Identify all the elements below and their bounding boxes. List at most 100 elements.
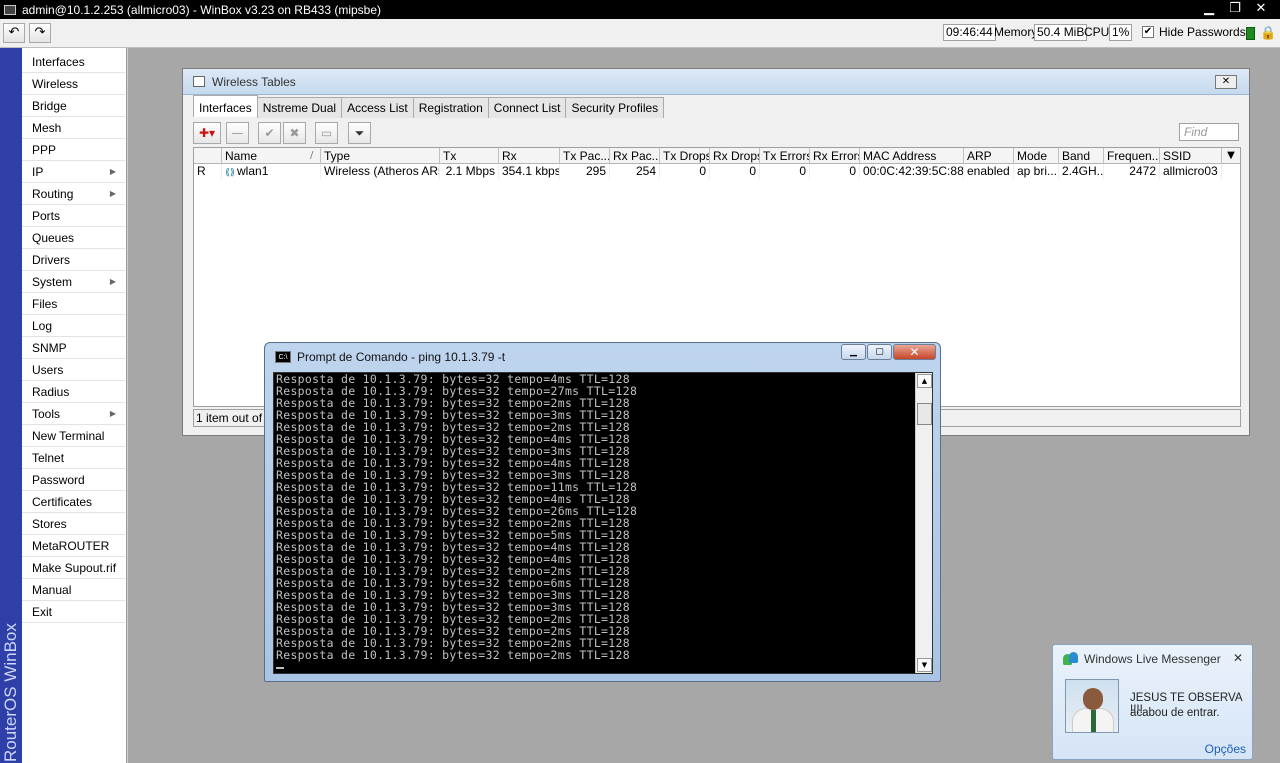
- tab-registration[interactable]: Registration: [412, 97, 489, 118]
- sidebar-item-drivers[interactable]: Drivers: [22, 249, 125, 271]
- table-cell: allmicro03: [1160, 164, 1222, 179]
- sidebar-item-label: IP: [32, 165, 44, 179]
- filter-icon[interactable]: ⏷: [348, 122, 371, 144]
- sidebar-item-label: Mesh: [32, 121, 62, 135]
- column-menu-icon[interactable]: ▼: [1222, 148, 1240, 164]
- sidebar-item-label: Radius: [32, 385, 70, 399]
- sidebar-item-bridge[interactable]: Bridge: [22, 95, 125, 117]
- options-link[interactable]: Opções: [1205, 742, 1246, 756]
- table-cell: 354.1 kbps: [499, 164, 560, 179]
- scroll-up-icon[interactable]: ▲: [917, 374, 932, 388]
- enable-button[interactable]: ✔: [258, 122, 281, 144]
- sidebar-item-make-supout-rif[interactable]: Make Supout.rif: [22, 557, 125, 579]
- main-toolbar: ↶ ↷ 09:46:44 Memory: 50.4 MiB CPU: 1% ✔ …: [0, 19, 1280, 48]
- scroll-thumb[interactable]: [917, 403, 932, 425]
- column-header[interactable]: Rx: [499, 148, 560, 164]
- sidebar-item-queues[interactable]: Queues: [22, 227, 125, 249]
- undo-icon[interactable]: ↶: [3, 23, 25, 43]
- table-cell: 0: [760, 164, 810, 179]
- sidebar-item-ppp[interactable]: PPP: [22, 139, 125, 161]
- tab-access-list[interactable]: Access List: [341, 97, 414, 118]
- minimize-icon[interactable]: ▁: [841, 344, 866, 360]
- sidebar-item-mesh[interactable]: Mesh: [22, 117, 125, 139]
- sidebar-item-tools[interactable]: Tools ▶: [22, 403, 125, 425]
- minimize-icon[interactable]: ▁: [1196, 0, 1222, 19]
- column-header[interactable]: Rx Pac...: [610, 148, 660, 164]
- sidebar-item-users[interactable]: Users: [22, 359, 125, 381]
- sidebar-item-label: Certificates: [32, 495, 93, 509]
- sidebar-item-telnet[interactable]: Telnet: [22, 447, 125, 469]
- sidebar-item-radius[interactable]: Radius: [22, 381, 125, 403]
- column-header[interactable]: Rx Drops: [710, 148, 760, 164]
- window-title: admin@10.1.2.253 (allmicro03) - WinBox v…: [22, 2, 382, 17]
- column-header[interactable]: Tx Pac...: [560, 148, 610, 164]
- column-header[interactable]: Mode: [1014, 148, 1059, 164]
- sidebar-item-certificates[interactable]: Certificates: [22, 491, 125, 513]
- close-icon[interactable]: ✕: [1248, 0, 1274, 19]
- column-header[interactable]: [194, 148, 222, 164]
- sidebar-item-password[interactable]: Password: [22, 469, 125, 491]
- console-output[interactable]: ▲ ▼ Resposta de 10.1.3.79: bytes=32 temp…: [273, 372, 933, 674]
- hide-passwords-checkbox[interactable]: ✔: [1142, 26, 1154, 38]
- sidebar-item-log[interactable]: Log: [22, 315, 125, 337]
- add-button[interactable]: ✚▾: [193, 122, 221, 144]
- scroll-down-icon[interactable]: ▼: [917, 658, 932, 672]
- maximize-icon[interactable]: ▢: [867, 344, 892, 360]
- sidebar-item-routing[interactable]: Routing ▶: [22, 183, 125, 205]
- tab-nstreme-dual[interactable]: Nstreme Dual: [256, 97, 343, 118]
- column-header[interactable]: Tx Errors: [760, 148, 810, 164]
- sidebar-item-interfaces[interactable]: Interfaces: [22, 51, 125, 73]
- sidebar-item-new-terminal[interactable]: New Terminal: [22, 425, 125, 447]
- sidebar-item-wireless[interactable]: Wireless: [22, 73, 125, 95]
- find-input[interactable]: Find: [1179, 123, 1239, 141]
- column-header[interactable]: Name: [222, 148, 321, 164]
- tab-interfaces[interactable]: Interfaces: [193, 95, 258, 117]
- column-header[interactable]: SSID: [1160, 148, 1222, 164]
- table-cell: 0: [660, 164, 710, 179]
- messenger-title: Windows Live Messenger: [1084, 652, 1221, 666]
- tab-security-profiles[interactable]: Security Profiles: [565, 97, 665, 118]
- column-header[interactable]: Tx Drops: [660, 148, 710, 164]
- wireless-window-titlebar[interactable]: Wireless Tables ✕: [183, 69, 1249, 95]
- close-icon[interactable]: ✕: [1233, 651, 1243, 665]
- sidebar-item-system[interactable]: System ▶: [22, 271, 125, 293]
- sidebar-item-label: Stores: [32, 517, 67, 531]
- app-title-bar: admin@10.1.2.253 (allmicro03) - WinBox v…: [0, 0, 1280, 19]
- sidebar-item-stores[interactable]: Stores: [22, 513, 125, 535]
- column-header[interactable]: ARP: [964, 148, 1014, 164]
- console-line: Resposta de 10.1.3.79: bytes=32 tempo=2m…: [276, 648, 630, 662]
- column-header[interactable]: MAC Address: [860, 148, 964, 164]
- sidebar-item-ports[interactable]: Ports: [22, 205, 125, 227]
- sidebar-item-label: Users: [32, 363, 64, 377]
- vertical-scrollbar[interactable]: ▲ ▼: [915, 373, 932, 673]
- wireless-tabs: Interfaces Nstreme Dual Access List Registr…: [193, 95, 665, 118]
- sidebar-item-ip[interactable]: IP ▶: [22, 161, 125, 183]
- sidebar-item-label: System: [32, 275, 73, 289]
- sidebar-item-snmp[interactable]: SNMP: [22, 337, 125, 359]
- submenu-arrow-icon: ▶: [109, 189, 116, 198]
- sidebar-item-files[interactable]: Files: [22, 293, 125, 315]
- remove-button[interactable]: —: [226, 122, 249, 144]
- sidebar-item-label: Wireless: [32, 77, 79, 91]
- column-header[interactable]: Type: [321, 148, 440, 164]
- maximize-icon[interactable]: ❐: [1222, 0, 1248, 19]
- close-icon[interactable]: ✕: [893, 344, 936, 360]
- console-icon: C:\: [275, 351, 291, 363]
- column-header[interactable]: Tx: [440, 148, 499, 164]
- wireless-window-title: Wireless Tables: [212, 75, 296, 89]
- sidebar-item-label: Exit: [32, 605, 53, 619]
- column-header[interactable]: Band: [1059, 148, 1104, 164]
- disable-button[interactable]: ✖: [283, 122, 306, 144]
- comment-button[interactable]: ▭: [315, 122, 338, 144]
- tab-connect-list[interactable]: Connect List: [487, 97, 567, 118]
- messenger-notification[interactable]: Windows Live Messenger ✕ JESUS TE OBSERV…: [1052, 644, 1253, 760]
- column-header[interactable]: Rx Errors: [810, 148, 860, 164]
- redo-icon[interactable]: ↷: [29, 23, 51, 43]
- column-header[interactable]: Frequen...: [1104, 148, 1160, 164]
- cmd-titlebar[interactable]: C:\ Prompt de Comando - ping 10.1.3.79 -…: [275, 350, 505, 364]
- sidebar-item-exit[interactable]: Exit: [22, 601, 125, 623]
- close-icon[interactable]: ✕: [1215, 75, 1237, 89]
- sidebar-item-metarouter[interactable]: MetaROUTER: [22, 535, 125, 557]
- sidebar-item-manual[interactable]: Manual: [22, 579, 125, 601]
- sidebar-item-label: PPP: [32, 143, 57, 157]
